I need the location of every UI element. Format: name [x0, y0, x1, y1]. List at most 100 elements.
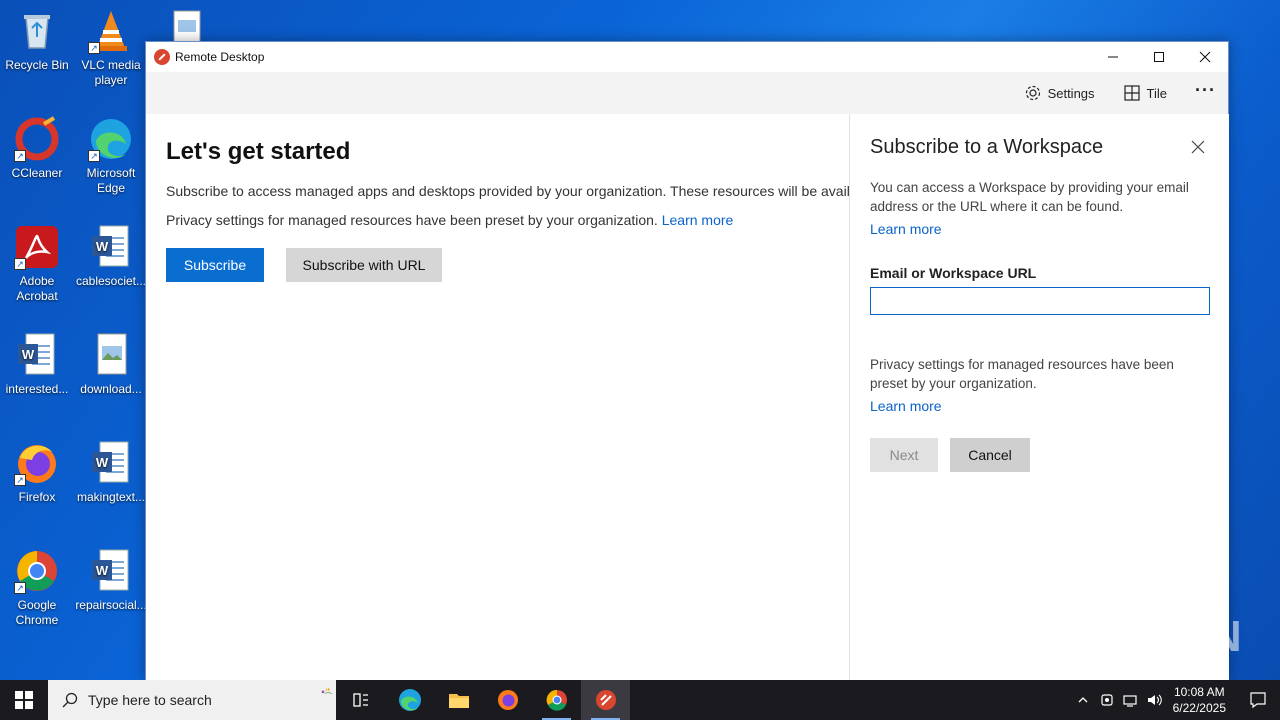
system-tray: 10:08 AM 6/22/2025 [1071, 680, 1280, 720]
desktop-icon-label: interested... [5, 382, 69, 396]
taskbar-clock[interactable]: 10:08 AM 6/22/2025 [1173, 684, 1226, 716]
image-file-icon [164, 8, 210, 52]
taskbar-edge[interactable] [385, 680, 434, 720]
desktop-icon-edge[interactable]: ↗ Microsoft Edge [74, 116, 148, 196]
desktop-icon-label: Recycle Bin [5, 58, 69, 72]
notification-icon [1250, 692, 1266, 709]
show-hidden-icons-button[interactable] [1071, 680, 1095, 720]
desktop-icon-label: cablesociet... [75, 274, 147, 288]
tray-app-button[interactable] [1095, 680, 1119, 720]
desktop-icon-chrome[interactable]: ↗ Google Chrome [0, 548, 74, 628]
word-doc-icon: W [88, 548, 134, 594]
desktop-icon-ccleaner[interactable]: ↗ CCleaner [0, 116, 74, 181]
desktop-icon-label: Microsoft Edge [86, 166, 136, 195]
chrome-icon: ↗ [14, 548, 60, 594]
content-area: Let's get started Subscribe to access ma… [146, 114, 1229, 680]
title-bar[interactable]: Remote Desktop [146, 42, 1228, 72]
shortcut-arrow-icon: ↗ [14, 474, 26, 486]
tile-icon [1123, 85, 1140, 101]
taskbar-file-explorer[interactable] [434, 680, 483, 720]
maximize-button[interactable] [1136, 42, 1182, 72]
desktop-icon-firefox[interactable]: ↗ Firefox [0, 440, 74, 505]
desktop-icon-label: makingtext... [76, 490, 146, 504]
start-button[interactable] [0, 680, 48, 720]
clock-time: 10:08 AM [1173, 685, 1225, 699]
word-doc-icon: W [88, 224, 134, 270]
folder-icon [448, 694, 469, 708]
chevron-up-icon [1078, 697, 1088, 703]
network-button[interactable] [1119, 680, 1143, 720]
remote-desktop-icon [595, 690, 616, 710]
taskbar-firefox[interactable] [483, 680, 532, 720]
search-icon [62, 692, 78, 708]
privacy-text: Privacy settings for managed resources h… [166, 212, 658, 228]
word-doc-icon: W [14, 332, 60, 378]
subscribe-with-url-button[interactable]: Subscribe with URL [286, 248, 442, 282]
panel-close-icon[interactable] [1191, 140, 1205, 154]
desktop-icon-word-makingtext[interactable]: W makingtext... [74, 440, 148, 505]
image-file-icon [88, 332, 134, 378]
page-title: Let's get started [166, 138, 351, 165]
maximize-icon [1154, 52, 1164, 62]
remote-desktop-logo-icon [154, 49, 170, 65]
watermark: ANY RUN [1036, 612, 1243, 661]
desktop-icon-label: VLC media player [81, 58, 141, 87]
desktop-icon-label: CCleaner [11, 166, 63, 180]
learn-more-link[interactable]: Learn more [662, 212, 734, 228]
desktop-icon-image-top[interactable] [150, 8, 224, 52]
shortcut-arrow-icon: ↗ [88, 150, 100, 162]
ccleaner-icon: ↗ [14, 116, 60, 162]
svg-text:W: W [96, 239, 109, 254]
tile-label: Tile [1146, 85, 1168, 101]
tile-button[interactable]: Tile [1123, 84, 1167, 102]
main-button-row: Subscribe Subscribe with URL [166, 248, 849, 282]
subscribe-button[interactable]: Subscribe [166, 248, 264, 282]
minimize-button[interactable] [1090, 42, 1136, 72]
toolbar: Settings Tile ··· [146, 72, 1228, 114]
close-icon [1199, 51, 1211, 63]
more-options-button[interactable]: ··· [1195, 80, 1216, 107]
desktop-icon-word-cablesociet[interactable]: W cablesociet... [74, 224, 148, 289]
email-workspace-url-input[interactable] [870, 287, 1210, 315]
taskbar-search-box[interactable]: Type here to search [48, 680, 336, 720]
desktop-icon-vlc[interactable]: ↗ VLC media player [74, 8, 148, 88]
shortcut-arrow-icon: ↗ [88, 42, 100, 54]
edge-icon [398, 689, 421, 711]
taskbar-remote-desktop[interactable] [581, 680, 630, 720]
task-view-button[interactable] [336, 680, 385, 720]
settings-button[interactable]: Settings [1024, 84, 1095, 102]
taskbar-chrome[interactable] [532, 680, 581, 720]
email-url-label: Email or Workspace URL [870, 265, 1037, 281]
shortcut-arrow-icon: ↗ [14, 258, 26, 270]
settings-label: Settings [1047, 85, 1095, 101]
window-controls [1090, 42, 1228, 72]
main-description: Subscribe to access managed apps and des… [166, 183, 849, 199]
action-center-button[interactable] [1236, 680, 1280, 720]
search-highlight-flowers-icon [321, 687, 332, 694]
desktop-icon-recycle-bin[interactable]: Recycle Bin [0, 8, 74, 73]
panel-privacy-text: Privacy settings for managed resources h… [870, 357, 1174, 391]
desktop-icon-word-repairsocial[interactable]: W repairsocial... [74, 548, 148, 613]
svg-text:W: W [22, 347, 35, 362]
volume-button[interactable] [1143, 680, 1167, 720]
close-button[interactable] [1182, 42, 1228, 72]
recycle-bin-icon [14, 8, 60, 54]
firefox-icon [497, 690, 518, 710]
desktop-icon-word-interested[interactable]: W interested... [0, 332, 74, 397]
shortcut-arrow-icon: ↗ [14, 150, 26, 162]
task-view-icon [352, 693, 368, 707]
panel-privacy-learn-more-link[interactable]: Learn more [870, 398, 1229, 414]
network-icon [1123, 695, 1137, 707]
desktop-icon-label: Firefox [18, 490, 56, 504]
cancel-button[interactable]: Cancel [950, 438, 1030, 472]
gear-icon [1025, 85, 1040, 101]
panel-button-row: Next Cancel [870, 438, 1229, 472]
next-button[interactable]: Next [870, 438, 938, 472]
desktop-icon-acrobat[interactable]: ↗ Adobe Acrobat [0, 224, 74, 304]
main-privacy-text: Privacy settings for managed resources h… [166, 212, 849, 228]
clock-date: 6/22/2025 [1172, 701, 1226, 715]
word-doc-icon: W [88, 440, 134, 486]
desktop-icon-download[interactable]: download... [74, 332, 148, 397]
panel-learn-more-link[interactable]: Learn more [870, 221, 1229, 237]
windows-logo-icon [15, 691, 33, 709]
